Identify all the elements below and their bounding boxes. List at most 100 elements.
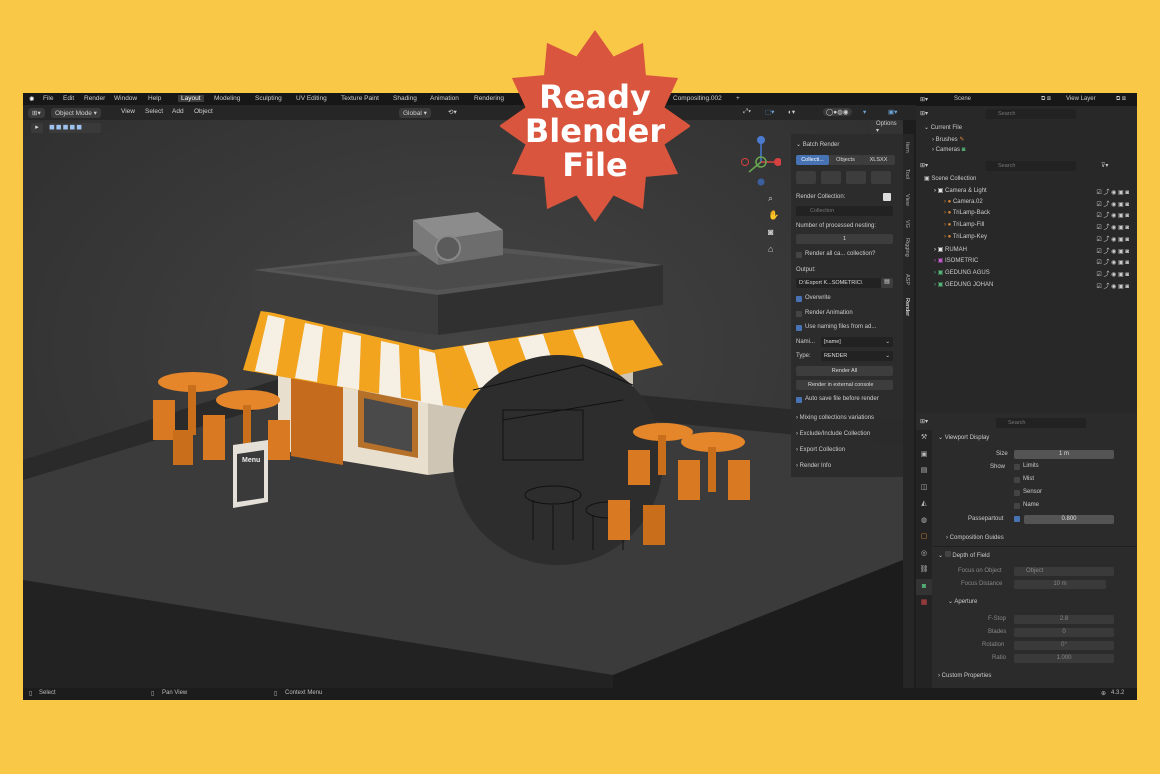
menu-edit[interactable]: Edit <box>63 95 74 102</box>
render-all-checkbox[interactable] <box>796 252 802 258</box>
menu-add[interactable]: Add <box>172 108 184 115</box>
visibility-icons[interactable]: ☑ ⤴ ◉ ▣ ◙ <box>1096 187 1129 196</box>
info-icon[interactable] <box>883 193 891 201</box>
action-icon-2[interactable] <box>821 171 841 184</box>
tool-tab-icon[interactable]: ⚒ <box>916 430 932 447</box>
tab-xlsx[interactable]: XLSXX <box>862 155 895 165</box>
object-tab-icon[interactable]: ▢ <box>916 529 932 546</box>
editor-type-icon[interactable]: ⊞▾ <box>920 110 928 117</box>
view-layer-tab-icon[interactable]: ◫ <box>916 480 932 497</box>
tab-layout[interactable]: Layout <box>178 95 204 102</box>
tab-shading[interactable]: Shading <box>393 95 417 102</box>
editor-type-icon[interactable]: ⊞▾ <box>920 96 928 103</box>
pan-hand-icon[interactable]: ✋ <box>768 207 779 224</box>
section-export[interactable]: › Export Collection <box>796 447 845 453</box>
properties-search[interactable]: Search <box>996 418 1086 428</box>
action-icon-3[interactable] <box>846 171 866 184</box>
outliner-row[interactable]: › ● TriLamp-Key ☑ ⤴ ◉ ▣ ◙ <box>944 234 1129 243</box>
focus-object-field[interactable]: Object <box>1014 567 1114 576</box>
size-field[interactable]: 1 m <box>1014 450 1114 459</box>
editor-type-icon[interactable]: ⊞▾ <box>28 108 45 118</box>
select-mode-icons[interactable]: ◼◼◼◼◼ <box>49 123 101 133</box>
outliner-row[interactable]: › ▣ GEDUNG JOHAN ☑ ⤴ ◉ ▣ ◙ <box>934 281 1129 290</box>
fstop-field[interactable]: 2.8 <box>1014 615 1114 624</box>
section-render-info[interactable]: › Render Info <box>796 463 831 469</box>
menu-object[interactable]: Object <box>194 108 213 115</box>
scene-tab-icon[interactable]: ◭ <box>916 496 932 513</box>
mode-dropdown[interactable]: Object Mode ▾ <box>51 108 101 118</box>
sidebar-tab-view[interactable]: View <box>904 194 910 206</box>
visibility-icons[interactable]: ☑ ⤴ ◉ ▣ ◙ <box>1096 246 1129 255</box>
overlay-icon[interactable]: ⬚▾ <box>765 108 774 116</box>
blades-field[interactable]: 0 <box>1014 628 1114 637</box>
scene-collection-row[interactable]: ▣ Scene Collection <box>924 175 976 182</box>
menu-file[interactable]: File <box>43 95 53 102</box>
scene-outliner-search[interactable]: Search <box>986 161 1076 171</box>
navigation-gizmo[interactable] <box>741 132 782 192</box>
3d-viewport[interactable]: Menu ▸ ◼◼◼◼◼ ⌕ ✋ ◙ ⌂ Options ▾ <box>23 120 903 688</box>
dof-checkbox[interactable] <box>944 551 951 557</box>
camera-view-icon[interactable]: ▣▾ <box>888 108 897 116</box>
editor-type-icon[interactable]: ⊞▾ <box>920 162 928 169</box>
data-tab-icon[interactable]: ◙ <box>916 578 932 595</box>
editor-type-icon[interactable]: ⊞▾ <box>920 418 928 425</box>
shading-options-icon[interactable]: ▾ <box>863 108 866 116</box>
type-dropdown[interactable]: RENDER ⌄ <box>821 351 893 361</box>
ratio-field[interactable]: 1.000 <box>1014 654 1114 663</box>
render-all-button[interactable]: Render All <box>796 366 893 376</box>
section-exclude[interactable]: › Exclude/Include Collection <box>796 431 870 437</box>
visibility-icons[interactable]: ☑ ⤴ ◉ ▣ ◙ <box>1096 199 1129 208</box>
gizmo-icon[interactable]: ⤢▾ <box>743 108 751 116</box>
menu-help[interactable]: Help <box>148 95 161 102</box>
cameras-row[interactable]: › Cameras ◙ <box>932 147 965 153</box>
section-mixing[interactable]: › Mixing collections variations <box>796 415 874 421</box>
tab-collections[interactable]: Collecti... <box>796 155 829 165</box>
menu-view[interactable]: View <box>121 108 135 115</box>
mist-checkbox[interactable] <box>1014 477 1020 483</box>
visibility-icons[interactable]: ☑ ⤴ ◉ ▣ ◙ <box>1096 222 1129 231</box>
tab-modeling[interactable]: Modeling <box>214 95 240 102</box>
sidebar-tab-render[interactable]: Render <box>904 298 910 316</box>
shading-mode-icons[interactable]: ◯●◍◉ <box>823 108 852 116</box>
view-layer-icons[interactable]: ⧉ ⊠ <box>1116 96 1126 103</box>
pivot-icon[interactable]: ⟲▾ <box>448 108 457 116</box>
name-checkbox[interactable] <box>1014 503 1020 509</box>
menu-render[interactable]: Render <box>84 95 105 102</box>
scene-icons[interactable]: ⧉ ⊠ <box>1041 96 1051 103</box>
visibility-icons[interactable]: ☑ ⤴ ◉ ▣ ◙ <box>1096 269 1129 278</box>
render-tab-icon[interactable]: ▣ <box>916 447 932 464</box>
folder-icon[interactable]: ▤ <box>881 278 893 288</box>
transform-orientation-dropdown[interactable]: Global ▾ <box>399 108 431 118</box>
sidebar-tab-rigging[interactable]: Rigging <box>904 238 910 257</box>
focus-distance-field[interactable]: 10 m <box>1014 580 1106 589</box>
outliner-row[interactable]: › ● TriLamp-Back ☑ ⤴ ◉ ▣ ◙ <box>944 210 1129 219</box>
physics-tab-icon[interactable]: ◎ <box>916 546 932 563</box>
sidebar-tab-tool[interactable]: Tool <box>904 169 910 179</box>
constraints-tab-icon[interactable]: ⛓ <box>916 562 932 579</box>
visibility-icons[interactable]: ☑ ⤴ ◉ ▣ ◙ <box>1096 257 1129 266</box>
lock-icon[interactable]: ⌂ <box>768 241 779 258</box>
render-external-button[interactable]: Render in external console <box>796 380 893 390</box>
sensor-checkbox[interactable] <box>1014 490 1020 496</box>
brushes-row[interactable]: › Brushes ✎ <box>932 136 964 143</box>
limits-checkbox[interactable] <box>1014 464 1020 470</box>
custom-properties-header[interactable]: › Custom Properties <box>938 673 991 679</box>
aperture-header[interactable]: ⌄ Aperture <box>948 598 977 605</box>
tab-objects[interactable]: Objects <box>829 155 862 165</box>
collection-field[interactable]: Collection <box>796 206 893 216</box>
passepartout-checkbox[interactable] <box>1014 516 1020 522</box>
tab-texture-paint[interactable]: Texture Paint <box>341 95 379 102</box>
nesting-field[interactable]: 1 <box>796 234 893 244</box>
action-icon-1[interactable] <box>796 171 816 184</box>
texture-tab-icon[interactable]: ▦ <box>916 595 932 612</box>
visibility-icons[interactable]: ☑ ⤴ ◉ ▣ ◙ <box>1096 234 1129 243</box>
naming-files-checkbox[interactable] <box>796 325 802 331</box>
visibility-icons[interactable]: ☑ ⤴ ◉ ▣ ◙ <box>1096 210 1129 219</box>
naming-dropdown[interactable]: [name] ⌄ <box>821 337 893 347</box>
overwrite-checkbox[interactable] <box>796 296 802 302</box>
current-file-row[interactable]: ⌄ Current File <box>924 124 962 131</box>
sidebar-tab-vg[interactable]: VG <box>904 220 910 228</box>
add-workspace-icon[interactable]: + <box>736 95 740 102</box>
view-layer-label[interactable]: View Layer <box>1066 96 1096 102</box>
visibility-icons[interactable]: ☑ ⤴ ◉ ▣ ◙ <box>1096 281 1129 290</box>
